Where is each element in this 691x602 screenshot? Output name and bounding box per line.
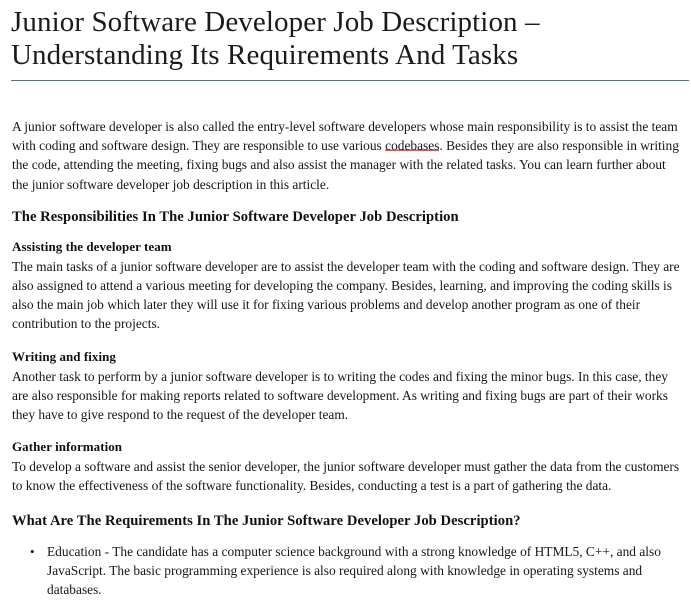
misspelled-word: codebases — [385, 138, 440, 154]
subsection-heading: Assisting the developer team — [12, 238, 172, 254]
subsection-paragraph: To develop a software and assist the sen… — [12, 459, 680, 494]
subsection-paragraph: The main tasks of a junior software deve… — [12, 258, 680, 332]
list-item: • Education - The candidate has a comput… — [11, 542, 681, 600]
subsection-heading: Gather information — [12, 439, 123, 455]
section-heading-requirements: What Are The Requirements In The Junior … — [12, 512, 521, 529]
subsection-writing-and-fixing: Writing and fixing Another task to perfo… — [11, 348, 681, 425]
document-page: Junior Software Developer Job Descriptio… — [0, 0, 691, 602]
subsection-heading: Writing and fixing — [12, 348, 116, 364]
section-heading-responsibilities: The Responsibilities In The Junior Softw… — [12, 208, 459, 225]
intro-paragraph: A junior software developer is also call… — [12, 117, 681, 194]
subsection-assisting-the-developer-team: Assisting the developer team The main ta… — [11, 238, 681, 334]
bullet-icon: • — [30, 543, 35, 559]
page-title: Junior Software Developer Job Descriptio… — [11, 6, 540, 71]
list-item-text: Education - The candidate has a computer… — [47, 543, 661, 598]
subsection-gather-information: Gather information To develop a software… — [11, 438, 681, 495]
document-body: A junior software developer is also call… — [11, 81, 681, 599]
subsection-paragraph: Another task to perform by a junior soft… — [12, 368, 668, 423]
requirements-list: • Education - The candidate has a comput… — [11, 542, 681, 600]
